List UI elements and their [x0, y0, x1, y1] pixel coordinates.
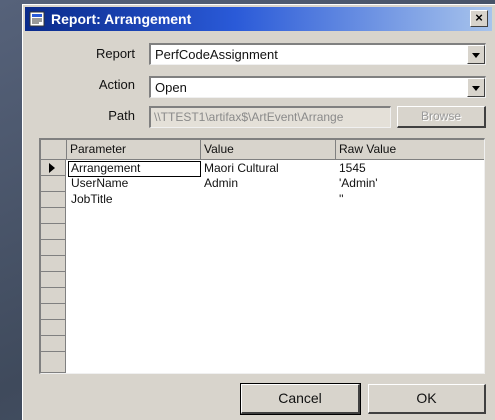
row-pointer-icon — [49, 163, 55, 173]
title-bar[interactable]: Report: Arrangement × — [25, 7, 492, 31]
action-dropdown-chevron-down-icon[interactable] — [467, 78, 485, 97]
cell-raw-value[interactable]: 'Admin' — [336, 176, 484, 192]
column-header-value[interactable]: Value — [201, 140, 336, 160]
report-dropdown[interactable]: PerfCodeAssignment — [149, 43, 486, 65]
column-header-parameter[interactable]: Parameter — [67, 140, 201, 160]
row-indicator[interactable] — [41, 256, 66, 272]
row-indicator[interactable] — [41, 224, 66, 240]
cell-raw-value[interactable]: '' — [336, 192, 484, 208]
parameter-grid[interactable]: Parameter Value Raw Value Arrangement Ma… — [39, 138, 485, 374]
report-dropdown-chevron-down-icon[interactable] — [467, 45, 485, 64]
report-icon — [29, 11, 45, 27]
cell-parameter[interactable]: UserName — [68, 176, 201, 192]
cell-value[interactable] — [201, 192, 336, 208]
row-indicator[interactable] — [41, 352, 66, 373]
window-title: Report: Arrangement — [51, 11, 192, 27]
column-header-raw-value[interactable]: Raw Value — [336, 140, 484, 160]
close-icon: × — [475, 10, 483, 25]
path-value: \\TTEST1\artifax$\ArtEvent\Arrange — [154, 110, 344, 124]
cell-parameter[interactable]: Arrangement — [68, 161, 201, 177]
row-indicator[interactable] — [41, 304, 66, 320]
action-label: Action — [98, 77, 135, 92]
action-dropdown[interactable]: Open — [149, 76, 486, 98]
cell-parameter[interactable]: JobTitle — [68, 192, 201, 208]
row-indicator[interactable] — [41, 192, 66, 208]
row-indicator[interactable] — [41, 320, 66, 336]
report-value: PerfCodeAssignment — [155, 47, 278, 62]
row-indicator[interactable] — [41, 288, 66, 304]
browse-button[interactable]: Browse — [397, 106, 486, 128]
path-label: Path — [108, 108, 135, 123]
row-indicator[interactable] — [41, 160, 66, 176]
ok-button[interactable]: OK — [368, 384, 486, 414]
report-dialog: Report: Arrangement × Report PerfCodeAss… — [22, 4, 495, 420]
row-indicator[interactable] — [41, 176, 66, 192]
grid-corner-header — [41, 140, 67, 160]
row-indicator[interactable] — [41, 272, 66, 288]
cancel-button[interactable]: Cancel — [240, 383, 361, 415]
path-field: \\TTEST1\artifax$\ArtEvent\Arrange — [149, 106, 391, 128]
close-button[interactable]: × — [470, 10, 488, 27]
cell-value[interactable]: Admin — [201, 176, 336, 192]
cell-value[interactable]: Maori Cultural — [201, 161, 336, 177]
report-label: Report — [95, 46, 135, 61]
row-indicator[interactable] — [41, 336, 66, 352]
row-indicator[interactable] — [41, 240, 66, 256]
cell-raw-value[interactable]: 1545 — [336, 161, 484, 177]
action-value: Open — [155, 80, 187, 95]
row-indicator[interactable] — [41, 208, 66, 224]
